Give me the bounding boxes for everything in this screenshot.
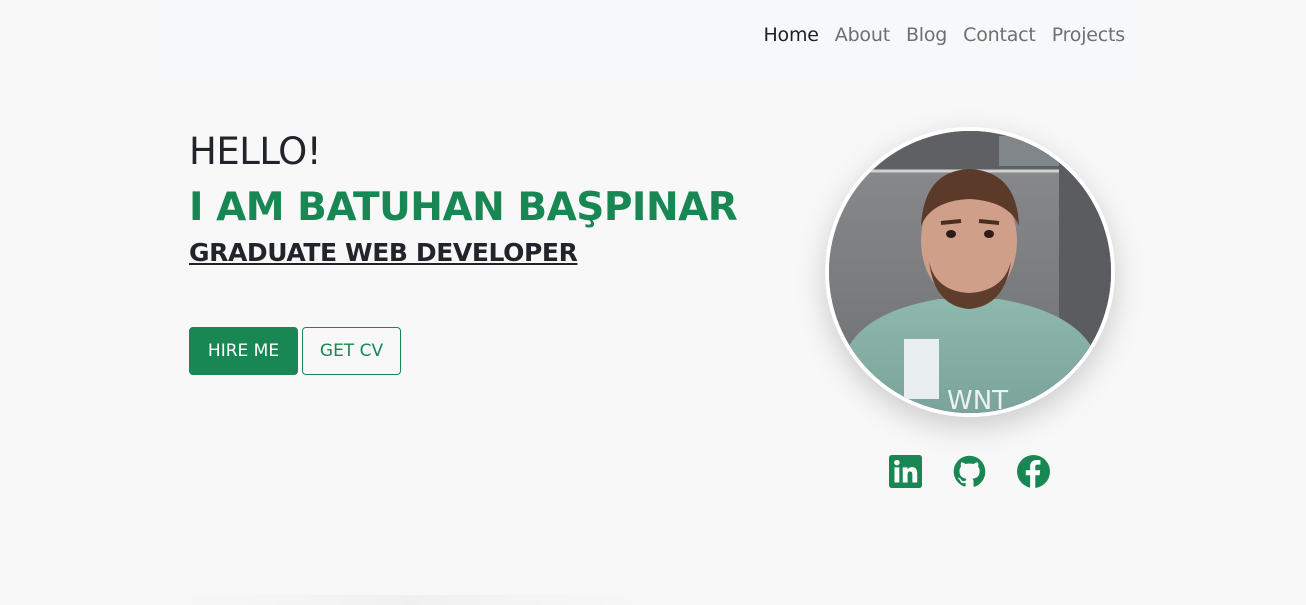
hero-buttons: HIRE ME GET CV	[189, 327, 401, 375]
nav-item-home[interactable]: Home	[755, 20, 826, 50]
nav-item-projects[interactable]: Projects	[1044, 20, 1133, 50]
profile-photo: WNT	[825, 127, 1115, 417]
nav-item-blog[interactable]: Blog	[898, 20, 955, 50]
social-links	[889, 455, 1050, 488]
nav-item-about[interactable]: About	[827, 20, 898, 50]
profile-photo-illustration: WNT	[829, 131, 1111, 413]
hire-me-button[interactable]: HIRE ME	[189, 327, 298, 375]
navbar: Home About Blog Contact Projects	[164, 0, 1140, 80]
hero-text: HELLO! I AM BATUHAN BAŞPINAR GRADUATE WE…	[189, 128, 738, 270]
facebook-icon[interactable]	[1017, 455, 1050, 488]
nav-links: Home About Blog Contact Projects	[755, 20, 1133, 50]
section-divider	[170, 595, 650, 605]
github-icon[interactable]	[953, 455, 986, 488]
get-cv-button[interactable]: GET CV	[302, 327, 401, 375]
hero-greeting: HELLO!	[189, 130, 322, 173]
linkedin-icon[interactable]	[889, 455, 922, 488]
hero-role: GRADUATE WEB DEVELOPER	[189, 238, 578, 267]
hero-name: I AM BATUHAN BAŞPINAR	[189, 185, 738, 230]
nav-item-contact[interactable]: Contact	[955, 20, 1044, 50]
svg-text:WNT: WNT	[947, 386, 1008, 413]
